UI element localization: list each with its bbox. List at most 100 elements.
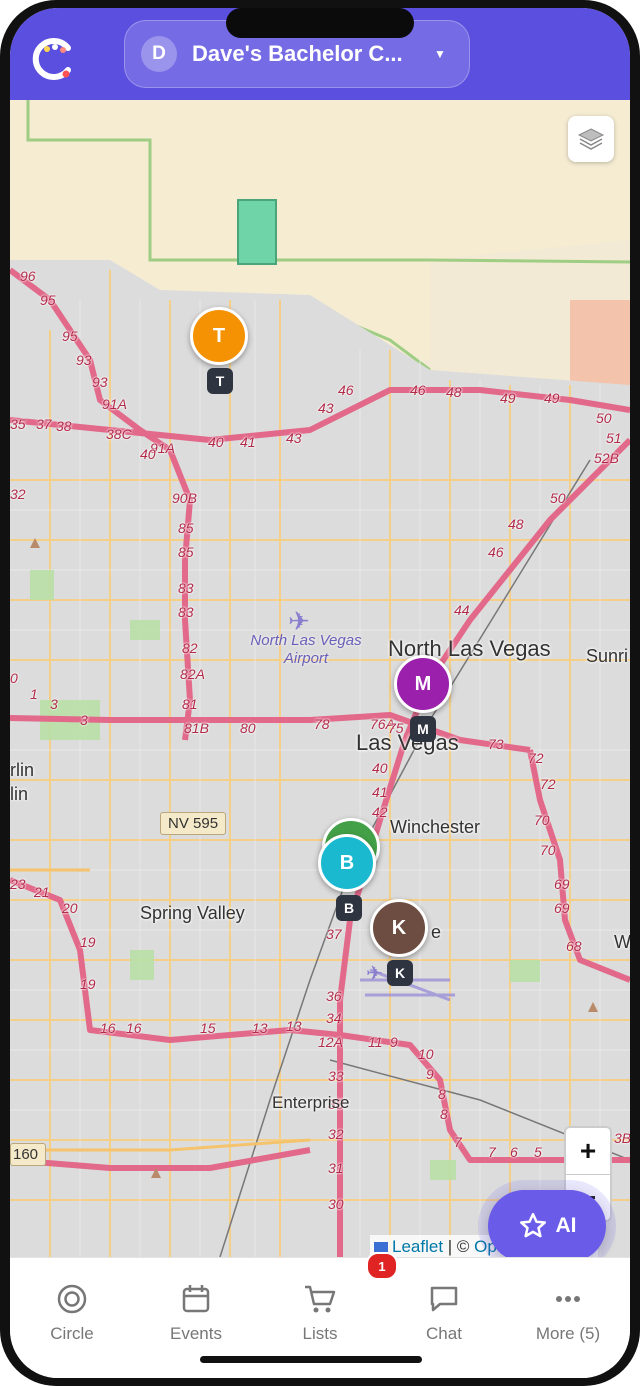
calendar-icon bbox=[146, 1280, 246, 1318]
route-number-label: 19 bbox=[80, 934, 96, 950]
place-winchester: Winchester bbox=[390, 817, 481, 837]
chat-icon bbox=[394, 1280, 494, 1318]
route-number-label: 44 bbox=[454, 602, 470, 618]
tab-chat[interactable]: Chat bbox=[394, 1280, 494, 1344]
lists-badge: 1 bbox=[366, 1252, 398, 1280]
tab-events[interactable]: Events bbox=[146, 1280, 246, 1344]
route-number-label: 95 bbox=[40, 292, 56, 308]
route-number-label: 42 bbox=[372, 804, 388, 820]
route-number-label: 6 bbox=[510, 1144, 518, 1160]
place-las-vegas: Las Vegas bbox=[356, 730, 459, 755]
chevron-down-icon: ▼ bbox=[434, 47, 446, 61]
shield-160: 160 bbox=[10, 1143, 47, 1166]
route-number-label: 7 bbox=[488, 1144, 496, 1160]
route-number-label: 82A bbox=[180, 666, 205, 682]
route-number-label: 93 bbox=[76, 352, 92, 368]
cart-icon bbox=[270, 1280, 370, 1318]
route-number-label: 11 bbox=[368, 1034, 383, 1050]
route-number-label: 31 bbox=[328, 1160, 344, 1176]
route-number-label: 78 bbox=[314, 716, 330, 732]
tab-lists-label: Lists bbox=[302, 1324, 338, 1343]
tab-lists[interactable]: Lists bbox=[270, 1280, 370, 1344]
route-number-label: 3 bbox=[80, 712, 88, 728]
route-number-label: 40 bbox=[208, 434, 224, 450]
tab-events-label: Events bbox=[170, 1324, 222, 1343]
layers-button[interactable] bbox=[568, 116, 614, 162]
route-number-label: 35 bbox=[10, 416, 26, 432]
member-tag-m: M bbox=[410, 716, 436, 742]
route-number-label: 81 bbox=[182, 696, 198, 712]
place-w-partial: W bbox=[614, 932, 630, 952]
route-number-label: 32 bbox=[10, 486, 26, 502]
flag-icon bbox=[374, 1242, 388, 1252]
tab-chat-label: Chat bbox=[426, 1324, 462, 1343]
place-e-partial: e bbox=[431, 922, 442, 942]
route-number-label: 21 bbox=[34, 884, 50, 900]
route-number-label: 8 bbox=[440, 1106, 448, 1122]
route-number-label: 70 bbox=[540, 842, 556, 858]
route-number-label: 46 bbox=[410, 382, 426, 398]
member-tag-t: T bbox=[207, 368, 233, 394]
member-marker-k[interactable]: K bbox=[370, 899, 428, 957]
route-number-label: 90B bbox=[172, 490, 197, 506]
place-sunrise-partial: Sunri bbox=[586, 646, 629, 666]
route-number-label: 46 bbox=[338, 382, 354, 398]
route-number-label: 50 bbox=[596, 410, 612, 426]
route-number-label: 69 bbox=[554, 876, 570, 892]
route-number-label: 40 bbox=[372, 760, 388, 776]
route-number-label: 38 bbox=[56, 418, 72, 434]
route-number-label: 48 bbox=[446, 384, 462, 400]
map-view[interactable]: ✈ ✈ 96 95 95 93 93 91A 35 37 38 38C 91A 40 40 41 43 43 4… bbox=[10, 100, 630, 1257]
place-enterprise: Enterprise bbox=[272, 1093, 350, 1112]
app-logo[interactable] bbox=[30, 36, 76, 82]
route-number-label: 3 bbox=[50, 696, 58, 712]
route-number-label: 13 bbox=[252, 1020, 268, 1036]
route-number-label: 91A bbox=[102, 396, 127, 412]
layers-icon bbox=[577, 128, 605, 150]
screen: D Dave's Bachelor C... ▼ ✈ ✈ 96 95 95 93… bbox=[10, 8, 630, 1378]
route-number-label: 41 bbox=[372, 784, 388, 800]
member-tag-k: K bbox=[387, 960, 413, 986]
route-number-label: 52B bbox=[594, 450, 619, 466]
member-marker-t[interactable]: T bbox=[190, 307, 248, 365]
route-number-label: 30 bbox=[328, 1196, 344, 1212]
route-number-label: 41 bbox=[240, 434, 256, 450]
route-number-label: 72 bbox=[528, 750, 544, 766]
tab-circle-label: Circle bbox=[50, 1324, 94, 1343]
route-number-label: 19 bbox=[80, 976, 96, 992]
route-number-label: 83 bbox=[178, 580, 194, 596]
circle-target-icon bbox=[22, 1280, 122, 1318]
route-number-label: 68 bbox=[566, 938, 582, 954]
route-number-label: 70 bbox=[534, 812, 550, 828]
route-number-label: 49 bbox=[544, 390, 560, 406]
route-number-label: 15 bbox=[200, 1020, 216, 1036]
route-number-label: 50 bbox=[550, 490, 566, 506]
member-marker-b[interactable]: B bbox=[318, 834, 376, 892]
route-number-label: 16 bbox=[126, 1020, 142, 1036]
route-number-label: 9 bbox=[390, 1034, 398, 1050]
device-notch bbox=[226, 8, 414, 38]
tab-more[interactable]: More (5) bbox=[518, 1280, 618, 1344]
route-number-label: 37 bbox=[326, 926, 342, 942]
tab-more-label: More (5) bbox=[535, 1324, 601, 1343]
route-number-label: 13 bbox=[286, 1018, 302, 1034]
route-number-label: 5 bbox=[534, 1144, 542, 1160]
route-number-label: 85 bbox=[178, 544, 194, 560]
route-number-label: 23 bbox=[10, 876, 26, 892]
tab-circle[interactable]: Circle bbox=[22, 1280, 122, 1344]
circle-name: Dave's Bachelor C... bbox=[192, 41, 403, 66]
more-dots-icon bbox=[518, 1280, 618, 1318]
ai-assistant-button[interactable]: AI bbox=[488, 1190, 606, 1257]
route-number-label: 33 bbox=[328, 1068, 344, 1084]
svg-text:✈: ✈ bbox=[366, 961, 383, 985]
leaflet-link[interactable]: Leaflet bbox=[392, 1237, 443, 1257]
route-number-label: 0 bbox=[10, 670, 18, 686]
route-number-label: 1 bbox=[30, 686, 38, 702]
route-number-label: 36 bbox=[326, 988, 342, 1004]
zoom-in-button[interactable]: + bbox=[566, 1128, 610, 1175]
route-number-label: 40 bbox=[140, 446, 156, 462]
phone-frame: D Dave's Bachelor C... ▼ ✈ ✈ 96 95 95 93… bbox=[0, 0, 640, 1386]
member-marker-m[interactable]: M bbox=[394, 655, 452, 713]
route-number-label: 3B bbox=[614, 1130, 630, 1146]
route-number-label: 95 bbox=[62, 328, 78, 344]
